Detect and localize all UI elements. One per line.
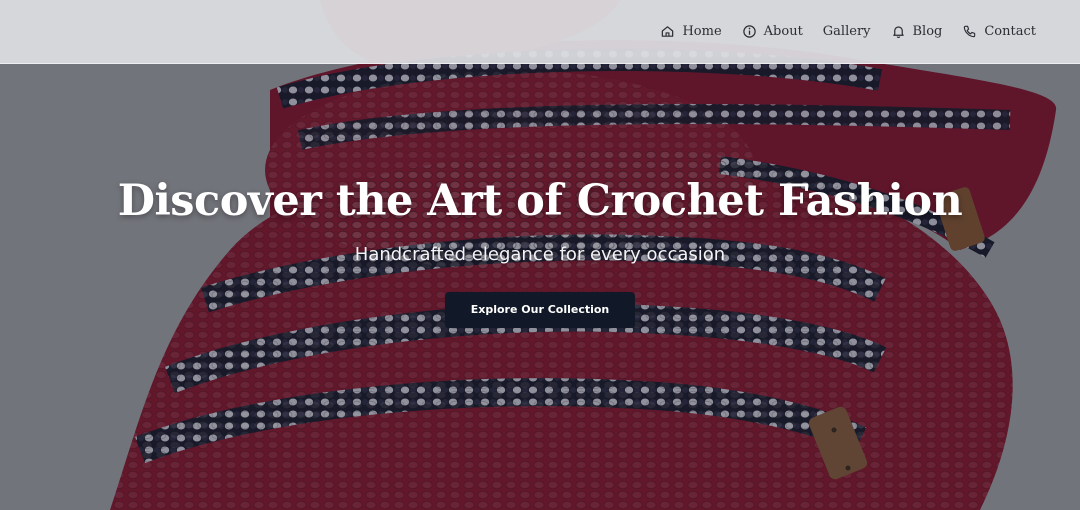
nav-label-home: Home	[682, 24, 722, 39]
nav-label-gallery: Gallery	[822, 24, 871, 39]
phone-icon	[962, 24, 977, 39]
nav-label-contact: Contact	[984, 24, 1036, 39]
nav-label-blog: Blog	[912, 24, 943, 39]
hero-subtitle: Handcrafted elegance for every occasion	[354, 244, 726, 265]
hero-title: Discover the Art of Crochet Fashion	[117, 176, 963, 226]
nav-item-blog[interactable]: Blog	[891, 24, 943, 39]
nav-item-about[interactable]: About	[742, 24, 803, 39]
info-icon	[742, 24, 757, 39]
bell-icon	[891, 24, 906, 39]
nav-item-gallery[interactable]: Gallery	[823, 24, 871, 39]
nav-label-about: About	[763, 24, 803, 39]
home-icon	[660, 24, 675, 39]
hero-section: Discover the Art of Crochet Fashion Hand…	[0, 176, 1080, 328]
explore-collection-button[interactable]: Explore Our Collection	[444, 292, 636, 328]
nav-item-contact[interactable]: Contact	[962, 24, 1036, 39]
nav-item-home[interactable]: Home	[660, 24, 722, 39]
top-navbar: Home About Gallery Blog Contact	[0, 0, 1080, 64]
nav-menu: Home About Gallery Blog Contact	[660, 0, 1036, 63]
